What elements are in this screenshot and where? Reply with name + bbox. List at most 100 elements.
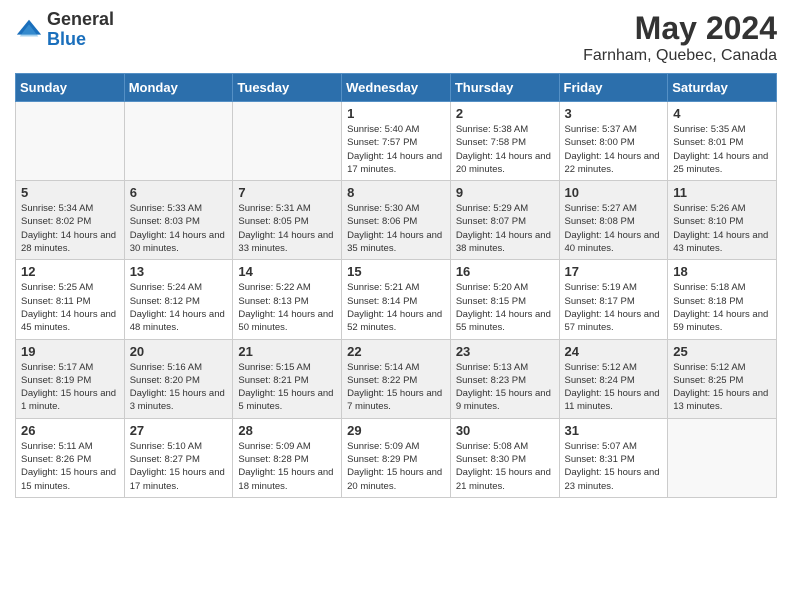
day-info: Sunrise: 5:10 AMSunset: 8:27 PMDaylight:… — [130, 440, 228, 493]
header-row: SundayMondayTuesdayWednesdayThursdayFrid… — [16, 74, 777, 102]
calendar-week-3: 12 Sunrise: 5:25 AMSunset: 8:11 PMDayligh… — [16, 260, 777, 339]
calendar-week-4: 19 Sunrise: 5:17 AMSunset: 8:19 PMDayligh… — [16, 339, 777, 418]
day-number: 7 — [238, 185, 336, 200]
day-info: Sunrise: 5:13 AMSunset: 8:23 PMDaylight:… — [456, 361, 554, 414]
day-number: 1 — [347, 106, 445, 121]
calendar-cell: 19 Sunrise: 5:17 AMSunset: 8:19 PMDayligh… — [16, 339, 125, 418]
day-info: Sunrise: 5:07 AMSunset: 8:31 PMDaylight:… — [565, 440, 663, 493]
calendar-cell: 13 Sunrise: 5:24 AMSunset: 8:12 PMDayligh… — [124, 260, 233, 339]
day-info: Sunrise: 5:33 AMSunset: 8:03 PMDaylight:… — [130, 202, 228, 255]
day-info: Sunrise: 5:12 AMSunset: 8:25 PMDaylight:… — [673, 361, 771, 414]
calendar-week-2: 5Sunrise: 5:34 AMSunset: 8:02 PMDaylight… — [16, 181, 777, 260]
day-number: 31 — [565, 423, 663, 438]
day-number: 16 — [456, 264, 554, 279]
calendar-cell: 24 Sunrise: 5:12 AMSunset: 8:24 PMDayligh… — [559, 339, 668, 418]
day-number: 15 — [347, 264, 445, 279]
day-number: 13 — [130, 264, 228, 279]
day-info: Sunrise: 5:35 AMSunset: 8:01 PMDaylight:… — [673, 123, 771, 176]
day-number: 18 — [673, 264, 771, 279]
logo: General Blue — [15, 10, 114, 50]
day-info: Sunrise: 5:17 AMSunset: 8:19 PMDaylight:… — [21, 361, 119, 414]
header: General Blue May 2024 Farnham, Quebec, C… — [15, 10, 777, 65]
day-info: Sunrise: 5:21 AMSunset: 8:14 PMDaylight:… — [347, 281, 445, 334]
calendar-cell: 17 Sunrise: 5:19 AMSunset: 8:17 PMDayligh… — [559, 260, 668, 339]
calendar-cell: 5Sunrise: 5:34 AMSunset: 8:02 PMDaylight… — [16, 181, 125, 260]
day-info: Sunrise: 5:40 AMSunset: 7:57 PMDaylight:… — [347, 123, 445, 176]
calendar-week-1: 1 Sunrise: 5:40 AMSunset: 7:57 PMDaylight… — [16, 102, 777, 181]
calendar-cell: 20Sunrise: 5:16 AMSunset: 8:20 PMDayligh… — [124, 339, 233, 418]
day-number: 11 — [673, 185, 771, 200]
day-number: 2 — [456, 106, 554, 121]
day-number: 28 — [238, 423, 336, 438]
day-info: Sunrise: 5:26 AMSunset: 8:10 PMDaylight:… — [673, 202, 771, 255]
calendar-cell: 4 Sunrise: 5:35 AMSunset: 8:01 PMDaylight… — [668, 102, 777, 181]
calendar-cell: 2 Sunrise: 5:38 AMSunset: 7:58 PMDaylight… — [450, 102, 559, 181]
day-number: 19 — [21, 344, 119, 359]
calendar-cell — [668, 418, 777, 497]
day-number: 30 — [456, 423, 554, 438]
day-info: Sunrise: 5:16 AMSunset: 8:20 PMDaylight:… — [130, 361, 228, 414]
calendar-week-5: 26 Sunrise: 5:11 AMSunset: 8:26 PMDayligh… — [16, 418, 777, 497]
day-header-sunday: Sunday — [16, 74, 125, 102]
day-info: Sunrise: 5:31 AMSunset: 8:05 PMDaylight:… — [238, 202, 336, 255]
day-info: Sunrise: 5:22 AMSunset: 8:13 PMDaylight:… — [238, 281, 336, 334]
day-info: Sunrise: 5:25 AMSunset: 8:11 PMDaylight:… — [21, 281, 119, 334]
day-number: 17 — [565, 264, 663, 279]
day-number: 24 — [565, 344, 663, 359]
day-number: 26 — [21, 423, 119, 438]
calendar-cell: 12 Sunrise: 5:25 AMSunset: 8:11 PMDayligh… — [16, 260, 125, 339]
calendar-cell — [124, 102, 233, 181]
calendar-cell: 6Sunrise: 5:33 AMSunset: 8:03 PMDaylight… — [124, 181, 233, 260]
calendar-title: May 2024 — [583, 10, 777, 47]
day-info: Sunrise: 5:11 AMSunset: 8:26 PMDaylight:… — [21, 440, 119, 493]
day-number: 14 — [238, 264, 336, 279]
day-info: Sunrise: 5:18 AMSunset: 8:18 PMDaylight:… — [673, 281, 771, 334]
calendar-cell: 28 Sunrise: 5:09 AMSunset: 8:28 PMDayligh… — [233, 418, 342, 497]
day-header-friday: Friday — [559, 74, 668, 102]
day-info: Sunrise: 5:09 AMSunset: 8:28 PMDaylight:… — [238, 440, 336, 493]
calendar-cell: 30 Sunrise: 5:08 AMSunset: 8:30 PMDayligh… — [450, 418, 559, 497]
day-number: 21 — [238, 344, 336, 359]
day-info: Sunrise: 5:12 AMSunset: 8:24 PMDaylight:… — [565, 361, 663, 414]
day-number: 4 — [673, 106, 771, 121]
day-number: 9 — [456, 185, 554, 200]
calendar-table: SundayMondayTuesdayWednesdayThursdayFrid… — [15, 73, 777, 498]
day-number: 27 — [130, 423, 228, 438]
calendar-cell — [16, 102, 125, 181]
calendar-cell: 27 Sunrise: 5:10 AMSunset: 8:27 PMDayligh… — [124, 418, 233, 497]
day-header-saturday: Saturday — [668, 74, 777, 102]
day-info: Sunrise: 5:20 AMSunset: 8:15 PMDaylight:… — [456, 281, 554, 334]
calendar-cell: 18 Sunrise: 5:18 AMSunset: 8:18 PMDayligh… — [668, 260, 777, 339]
day-info: Sunrise: 5:15 AMSunset: 8:21 PMDaylight:… — [238, 361, 336, 414]
day-info: Sunrise: 5:09 AMSunset: 8:29 PMDaylight:… — [347, 440, 445, 493]
day-number: 12 — [21, 264, 119, 279]
calendar-cell: 1 Sunrise: 5:40 AMSunset: 7:57 PMDaylight… — [342, 102, 451, 181]
calendar-cell: 14 Sunrise: 5:22 AMSunset: 8:13 PMDayligh… — [233, 260, 342, 339]
day-number: 23 — [456, 344, 554, 359]
calendar-cell: 26 Sunrise: 5:11 AMSunset: 8:26 PMDayligh… — [16, 418, 125, 497]
day-info: Sunrise: 5:34 AMSunset: 8:02 PMDaylight:… — [21, 202, 119, 255]
calendar-cell: 31 Sunrise: 5:07 AMSunset: 8:31 PMDayligh… — [559, 418, 668, 497]
calendar-cell: 25 Sunrise: 5:12 AMSunset: 8:25 PMDayligh… — [668, 339, 777, 418]
calendar-cell: 16 Sunrise: 5:20 AMSunset: 8:15 PMDayligh… — [450, 260, 559, 339]
calendar-cell: 21 Sunrise: 5:15 AMSunset: 8:21 PMDayligh… — [233, 339, 342, 418]
calendar-cell: 9Sunrise: 5:29 AMSunset: 8:07 PMDaylight… — [450, 181, 559, 260]
day-info: Sunrise: 5:38 AMSunset: 7:58 PMDaylight:… — [456, 123, 554, 176]
day-header-tuesday: Tuesday — [233, 74, 342, 102]
calendar-cell: 3Sunrise: 5:37 AMSunset: 8:00 PMDaylight… — [559, 102, 668, 181]
day-number: 10 — [565, 185, 663, 200]
day-header-thursday: Thursday — [450, 74, 559, 102]
logo-icon — [15, 16, 43, 44]
day-info: Sunrise: 5:08 AMSunset: 8:30 PMDaylight:… — [456, 440, 554, 493]
day-info: Sunrise: 5:14 AMSunset: 8:22 PMDaylight:… — [347, 361, 445, 414]
title-area: May 2024 Farnham, Quebec, Canada — [583, 10, 777, 65]
day-info: Sunrise: 5:24 AMSunset: 8:12 PMDaylight:… — [130, 281, 228, 334]
day-info: Sunrise: 5:19 AMSunset: 8:17 PMDaylight:… — [565, 281, 663, 334]
day-number: 29 — [347, 423, 445, 438]
day-number: 22 — [347, 344, 445, 359]
day-number: 25 — [673, 344, 771, 359]
day-number: 8 — [347, 185, 445, 200]
calendar-cell: 15 Sunrise: 5:21 AMSunset: 8:14 PMDayligh… — [342, 260, 451, 339]
calendar-cell: 10Sunrise: 5:27 AMSunset: 8:08 PMDayligh… — [559, 181, 668, 260]
calendar-cell: 29 Sunrise: 5:09 AMSunset: 8:29 PMDayligh… — [342, 418, 451, 497]
